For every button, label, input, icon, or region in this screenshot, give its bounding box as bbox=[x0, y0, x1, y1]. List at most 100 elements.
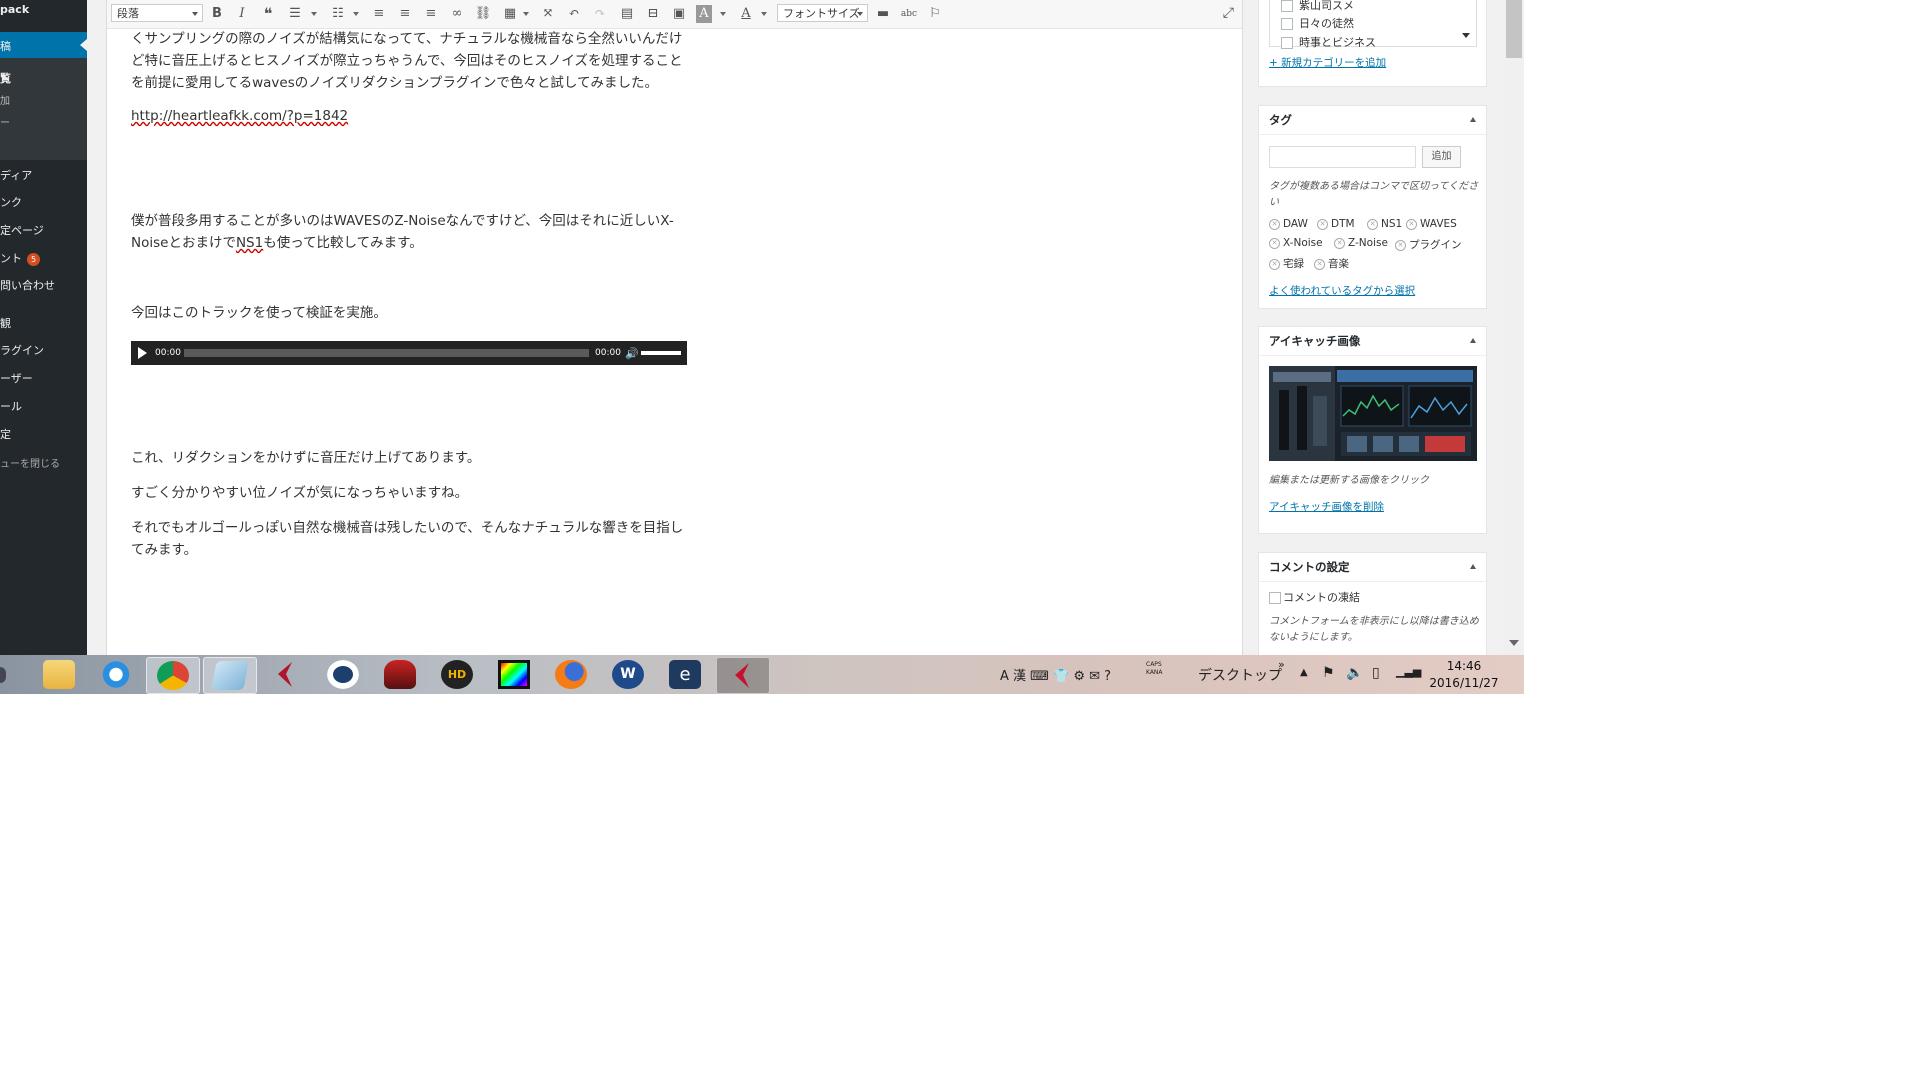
remove-tag-icon[interactable]: ✕ bbox=[1314, 258, 1325, 270]
notepad-taskbar-button[interactable] bbox=[203, 657, 257, 694]
align-right-icon[interactable]: ≡ bbox=[422, 5, 440, 23]
sidebar-subitem-all-posts[interactable]: 覧 bbox=[0, 70, 11, 86]
scroll-down-icon[interactable] bbox=[1462, 33, 1470, 38]
link-icon[interactable]: ∞ bbox=[448, 5, 466, 23]
collapse-icon[interactable] bbox=[1470, 117, 1476, 122]
signal-icon[interactable]: ▁▃▅ bbox=[1396, 665, 1421, 678]
app-taskbar-button[interactable] bbox=[317, 657, 369, 692]
remove-tag-icon[interactable]: ✕ bbox=[1395, 239, 1406, 251]
sidebar-item-jetpack[interactable]: pack bbox=[0, 3, 29, 16]
ime-toolbar[interactable]: A 漢 ⌨ 👕 ⚙ ✉ ? bbox=[1000, 665, 1111, 684]
image-icon[interactable]: ▣ bbox=[670, 5, 688, 23]
checkbox[interactable] bbox=[1281, 37, 1293, 49]
sidebar-item-users[interactable]: ーザー bbox=[0, 370, 33, 386]
chevron-down-icon[interactable] bbox=[523, 12, 529, 16]
checkbox[interactable] bbox=[1269, 592, 1281, 604]
hd-taskbar-button[interactable]: HD bbox=[431, 657, 483, 692]
sidebar-collapse-menu[interactable]: ューを閉じる bbox=[0, 455, 60, 470]
collapse-icon[interactable] bbox=[1470, 564, 1476, 569]
game-taskbar-button[interactable] bbox=[374, 657, 426, 692]
text-color-icon[interactable]: A bbox=[737, 5, 755, 23]
desktop-toolbar-label[interactable]: デスクトップ bbox=[1198, 665, 1282, 685]
bullet-list-icon[interactable]: ☰ bbox=[286, 5, 304, 23]
chevron-down-icon[interactable] bbox=[761, 12, 767, 16]
chrome-taskbar-button[interactable] bbox=[146, 657, 200, 694]
redo-icon[interactable]: ↷ bbox=[591, 5, 609, 23]
cubase-active-taskbar-button[interactable] bbox=[716, 657, 770, 694]
sidebar-item-appearance[interactable]: 観 bbox=[0, 315, 11, 331]
remove-tag-icon[interactable]: ✕ bbox=[1367, 218, 1378, 230]
italic-icon[interactable]: I bbox=[233, 5, 251, 23]
category-item[interactable]: 時事とビジネス bbox=[1281, 34, 1376, 50]
bold-icon[interactable]: B bbox=[208, 5, 226, 23]
sidebar-item-pages[interactable]: 定ページ bbox=[0, 222, 44, 238]
comment-settings-header[interactable]: コメントの設定 bbox=[1259, 553, 1486, 582]
table-icon[interactable]: ▦ bbox=[501, 5, 519, 23]
taskbar-clock[interactable]: 14:46 2016/11/27 bbox=[1428, 658, 1500, 692]
remove-tag-icon[interactable]: ✕ bbox=[1334, 237, 1345, 249]
sidebar-item-contact[interactable]: 問い合わせ bbox=[0, 277, 55, 293]
remove-tag-icon[interactable]: ✕ bbox=[1269, 218, 1280, 230]
align-center-icon[interactable]: ≡ bbox=[396, 5, 414, 23]
format-select[interactable]: 段落 bbox=[111, 4, 203, 22]
pagebreak-icon[interactable]: ⊟ bbox=[644, 5, 662, 23]
chevron-right-icon[interactable]: » bbox=[1278, 658, 1285, 671]
sidebar-item-plugins[interactable]: ラグイン bbox=[0, 342, 44, 358]
horizontal-rule-icon[interactable]: ▬ bbox=[874, 5, 892, 23]
chevron-down-icon[interactable] bbox=[311, 12, 317, 16]
tag-input[interactable] bbox=[1269, 146, 1416, 168]
align-left-icon[interactable]: ≡ bbox=[370, 5, 388, 23]
add-category-link[interactable]: + 新規カテゴリーを追加 bbox=[1269, 55, 1386, 70]
fullscreen-icon[interactable]: ⤧ bbox=[539, 5, 557, 23]
category-item[interactable]: 紫山司スメ bbox=[1281, 0, 1354, 13]
background-color-icon[interactable]: A bbox=[696, 5, 712, 23]
remove-featured-image-link[interactable]: アイキャッチ画像を削除 bbox=[1269, 499, 1384, 514]
ie-taskbar-button[interactable] bbox=[90, 657, 142, 692]
bookmark-icon[interactable]: ⚐ bbox=[926, 5, 944, 23]
speaker-icon[interactable]: 🔈 bbox=[1346, 665, 1363, 681]
chevron-down-icon[interactable] bbox=[720, 12, 726, 16]
edge-taskbar-button[interactable]: e bbox=[659, 657, 711, 692]
firefox-taskbar-button[interactable] bbox=[545, 657, 597, 692]
play-icon[interactable] bbox=[138, 347, 147, 359]
scrollbar-thumb[interactable] bbox=[1506, 0, 1522, 58]
checkbox[interactable] bbox=[1281, 0, 1293, 12]
featured-image-header[interactable]: アイキャッチ画像 bbox=[1259, 327, 1486, 356]
read-more-icon[interactable]: ▤ bbox=[618, 5, 636, 23]
collapse-icon[interactable] bbox=[1470, 338, 1476, 343]
video-taskbar-button[interactable] bbox=[488, 657, 540, 692]
sidebar-item-posts[interactable]: 稿 bbox=[0, 38, 11, 54]
show-hidden-icons-icon[interactable]: ▲ bbox=[1300, 667, 1308, 678]
sidebar-item-tools[interactable]: ール bbox=[0, 398, 22, 414]
strikethrough-icon[interactable]: abc bbox=[900, 5, 918, 23]
unlink-icon[interactable]: ⛓ bbox=[474, 5, 492, 23]
sidebar-item-settings[interactable]: 定 bbox=[0, 426, 11, 442]
chevron-down-icon[interactable] bbox=[353, 12, 359, 16]
explorer-taskbar-button[interactable] bbox=[33, 657, 85, 692]
numbered-list-icon[interactable]: ☷ bbox=[329, 5, 347, 23]
scroll-down-icon[interactable] bbox=[1509, 640, 1519, 646]
add-tag-button[interactable]: 追加 bbox=[1422, 146, 1461, 168]
flag-icon[interactable]: ⚑ bbox=[1322, 665, 1335, 681]
sidebar-subitem-category[interactable]: ー bbox=[0, 114, 10, 129]
remove-tag-icon[interactable]: ✕ bbox=[1406, 218, 1417, 230]
featured-image-thumbnail[interactable] bbox=[1269, 366, 1477, 461]
sidebar-item-links[interactable]: ンク bbox=[0, 194, 22, 210]
sidebar-item-media[interactable]: ディア bbox=[0, 167, 32, 183]
battery-icon[interactable]: ▯ bbox=[1372, 665, 1380, 681]
category-item[interactable]: 日々の徒然 bbox=[1281, 15, 1354, 31]
remove-tag-icon[interactable]: ✕ bbox=[1317, 218, 1328, 230]
sidebar-item-comments[interactable]: ント 5 bbox=[0, 250, 41, 266]
tags-header[interactable]: タグ bbox=[1259, 106, 1486, 135]
cubase-taskbar-button[interactable] bbox=[260, 657, 312, 692]
freeze-comments-option[interactable]: コメントの凍結 bbox=[1269, 589, 1360, 605]
related-post-link[interactable]: http://heartleafkk.com/?p=1842 bbox=[131, 108, 348, 124]
sidebar-subitem-add-new[interactable]: 加 bbox=[0, 92, 10, 107]
undo-icon[interactable]: ↶ bbox=[565, 5, 583, 23]
page-scrollbar[interactable] bbox=[1504, 0, 1524, 655]
remove-tag-icon[interactable]: ✕ bbox=[1269, 237, 1280, 249]
checkbox[interactable] bbox=[1281, 18, 1293, 30]
font-size-select[interactable]: フォントサイズ bbox=[777, 4, 868, 22]
progress-bar[interactable] bbox=[184, 349, 589, 357]
blockquote-icon[interactable]: ❝ bbox=[259, 5, 277, 23]
